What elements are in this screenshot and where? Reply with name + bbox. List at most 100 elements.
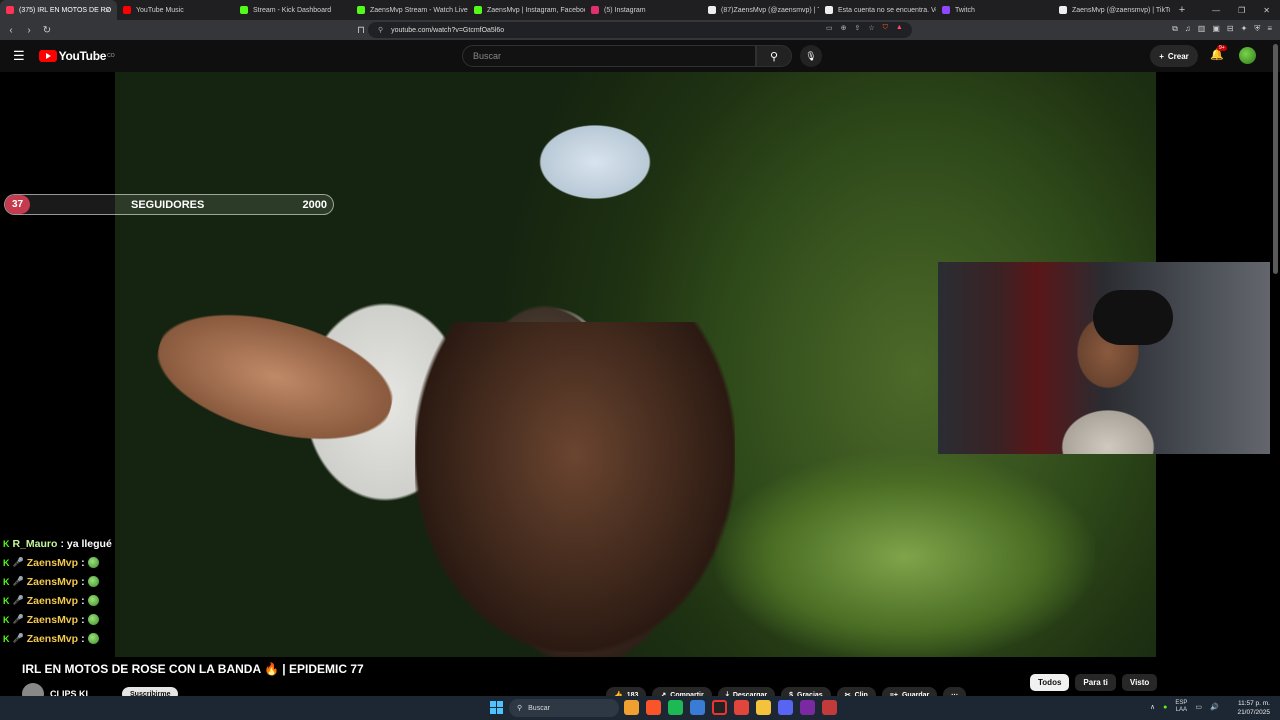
search-button[interactable]: ⚲: [756, 45, 792, 67]
tab-title: Stream - Kick Dashboard: [253, 6, 332, 14]
discord-icon[interactable]: [778, 700, 793, 715]
browser-toolbar: ‹ › ↻ ⊓ ⚲ youtube.com/watch?v=GtcmfOa5l6…: [0, 20, 1280, 40]
hamburger-menu-icon[interactable]: ☰: [13, 48, 25, 64]
tab-title: (87)ZaensMvp (@zaensmvp) | TikTo: [721, 6, 819, 14]
spotify-icon[interactable]: [668, 700, 683, 715]
chip-2[interactable]: Visto: [1121, 674, 1158, 691]
volume-icon[interactable]: 🔊: [1210, 703, 1219, 711]
chat-username: R_Mauro: [12, 537, 58, 550]
brave-shield-icon[interactable]: ⛉: [883, 24, 888, 32]
tray-chevron-icon[interactable]: ∧: [1150, 703, 1155, 711]
browser-tab[interactable]: Esta cuenta no se encuentra. Ve a: [819, 0, 936, 20]
tray-app-icon[interactable]: ●: [1163, 704, 1167, 711]
chat-message: K 🎤 ZaensMvp:: [3, 572, 183, 591]
tab-favicon-icon: [357, 6, 365, 14]
taskbar-search-input[interactable]: ⚲ Buscar: [509, 699, 619, 717]
search-icon: ⚲: [769, 50, 779, 63]
plus-icon: +: [1159, 51, 1164, 61]
taskbar-search-placeholder: Buscar: [528, 704, 550, 712]
star-icon[interactable]: ☆: [868, 24, 874, 32]
taskbar-clock[interactable]: 11:57 p. m. 21/07/2025: [1237, 699, 1270, 717]
vpn-icon[interactable]: ⛨: [1254, 24, 1260, 34]
browser-tab[interactable]: Twitch: [936, 0, 1053, 20]
site-info-icon[interactable]: ⚲: [378, 26, 383, 34]
app-icon-2[interactable]: [800, 700, 815, 715]
new-tab-button[interactable]: +: [1174, 4, 1190, 16]
widgets-icon[interactable]: [624, 700, 639, 715]
video-frame-foliage: [715, 452, 1095, 657]
tab-title: (5) Instagram: [604, 6, 646, 14]
kick-icon: K: [3, 614, 10, 625]
reload-icon[interactable]: ↻: [40, 25, 54, 36]
chat-overlay: K R_Mauro: ya llegué K 🎤 ZaensMvp: K 🎤 ZaensMvp…: [3, 534, 183, 648]
chat-message: K 🎤 ZaensMvp:: [3, 610, 183, 629]
browser-tab[interactable]: (87)ZaensMvp (@zaensmvp) | TikTo: [702, 0, 819, 20]
emote-icon: [87, 557, 99, 568]
kick-icon: K: [3, 557, 10, 568]
tab-title: ZaensMvp | Instagram, Facebook,: [487, 6, 585, 14]
back-icon[interactable]: ‹: [4, 25, 18, 36]
close-tab-icon[interactable]: ✕: [104, 6, 111, 15]
maximize-icon[interactable]: ❐: [1238, 6, 1245, 15]
minimize-icon[interactable]: —: [1212, 6, 1220, 15]
bookmark-icon[interactable]: ⊓: [354, 25, 368, 36]
search-input[interactable]: Buscar: [462, 45, 756, 67]
youtube-play-icon: [38, 50, 57, 62]
browser-tab[interactable]: ZaensMvp | Instagram, Facebook,: [468, 0, 585, 20]
video-title: IRL EN MOTOS DE ROSE CON LA BANDA 🔥 | EP…: [22, 662, 364, 676]
browser-tab[interactable]: (375) IRL EN MOTOS DE RO ✕: [0, 0, 117, 20]
tab-favicon-icon: [474, 6, 482, 14]
chrome-icon[interactable]: [690, 700, 705, 715]
chat-username: ZaensMvp: [26, 556, 79, 569]
youtube-logo[interactable]: YouTube CO: [38, 49, 115, 63]
tab-title: ZaensMvp (@zaensmvp) | TikTok: [1072, 6, 1170, 14]
network-icon[interactable]: ▭: [1195, 703, 1202, 711]
chip-1[interactable]: Para ti: [1075, 674, 1116, 691]
followers-goal-bar: 37 SEGUIDORES 2000: [4, 194, 334, 215]
taskbar-apps: [624, 700, 837, 715]
notification-badge: 9+: [1217, 45, 1227, 51]
account-avatar[interactable]: [1239, 47, 1256, 64]
music-icon[interactable]: ♫: [1185, 24, 1191, 34]
microphone-badge-icon: 🎤: [12, 614, 24, 624]
forward-icon[interactable]: ›: [22, 25, 36, 36]
kick-icon: K: [3, 633, 10, 644]
close-window-icon[interactable]: ✕: [1263, 6, 1270, 15]
notifications-button[interactable]: 🔔 9+: [1210, 45, 1227, 61]
browser-tab[interactable]: ZaensMvp (@zaensmvp) | TikTok: [1053, 0, 1170, 20]
menu-icon[interactable]: ≡: [1267, 24, 1272, 34]
language-indicator[interactable]: ESP LAA: [1175, 700, 1187, 714]
tab-favicon-icon: [942, 6, 950, 14]
tab-title: (375) IRL EN MOTOS DE RO: [19, 6, 112, 14]
browser-tab[interactable]: Stream - Kick Dashboard: [234, 0, 351, 20]
brave-browser-icon[interactable]: [646, 700, 661, 715]
chip-0[interactable]: Todos: [1030, 674, 1070, 691]
wallet-icon[interactable]: ▣: [1212, 24, 1220, 34]
sidebar-icon[interactable]: ▥: [1198, 24, 1206, 34]
leo-icon[interactable]: ✦: [1241, 24, 1248, 34]
microphone-badge-icon: 🎤: [12, 576, 24, 586]
brave-rewards-icon[interactable]: ▲: [896, 24, 903, 32]
tab-search-icon[interactable]: ⊟: [1227, 24, 1234, 34]
app-icon[interactable]: [734, 700, 749, 715]
app-icon-3[interactable]: [822, 700, 837, 715]
zoom-icon[interactable]: ⊕: [841, 24, 847, 32]
chat-message: K R_Mauro: ya llegué: [3, 534, 183, 553]
scrollbar[interactable]: [1273, 44, 1278, 274]
microphone-icon: 🎙: [805, 50, 817, 61]
voice-search-button[interactable]: 🎙: [800, 45, 822, 67]
tab-title: YouTube Music: [136, 6, 184, 14]
share-icon[interactable]: ⇪: [855, 24, 861, 32]
extensions-icon[interactable]: ⧉: [1172, 24, 1178, 34]
browser-tab[interactable]: YouTube Music: [117, 0, 234, 20]
search-icon: ⚲: [517, 705, 523, 712]
create-button[interactable]: + Crear: [1150, 45, 1198, 67]
tab-favicon-icon: [240, 6, 248, 14]
start-icon[interactable]: [490, 701, 503, 714]
file-explorer-icon[interactable]: [756, 700, 771, 715]
create-label: Crear: [1167, 51, 1189, 61]
cast-icon[interactable]: ▭: [826, 24, 833, 32]
browser-tab[interactable]: (5) Instagram: [585, 0, 702, 20]
browser-tab[interactable]: ZaensMvp Stream - Watch Live on: [351, 0, 468, 20]
obs-icon[interactable]: [712, 700, 727, 715]
